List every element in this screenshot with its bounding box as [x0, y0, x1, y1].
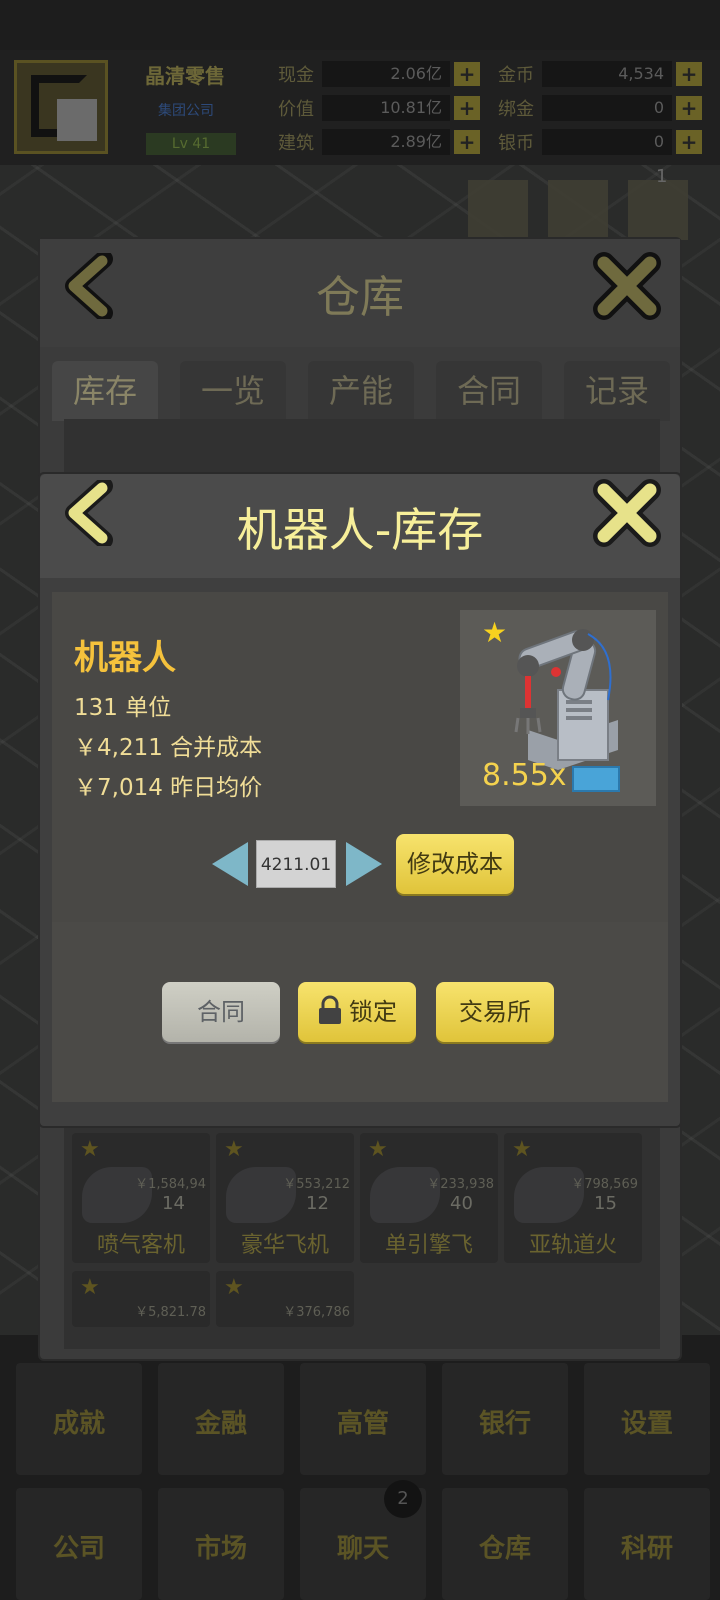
nav-settings[interactable]: 设置 [584, 1363, 710, 1475]
add-bound-gold-button[interactable]: + [676, 96, 702, 120]
item-qty: 15 [594, 1193, 617, 1214]
star-icon: ★ [224, 1275, 244, 1300]
item-card[interactable]: ★ ￥233,938 40 单引擎飞 [360, 1133, 498, 1263]
container-icon [572, 766, 620, 792]
star-icon: ★ [80, 1137, 100, 1162]
tab-records[interactable]: 记录 [564, 361, 670, 421]
arrow-left-icon[interactable] [212, 842, 248, 886]
item-price: ￥233,938 [427, 1177, 494, 1192]
item-name: 机器人 [74, 638, 176, 678]
warehouse-title: 仓库 [316, 272, 404, 323]
item-name: 单引擎飞 [384, 1233, 473, 1258]
company-name: 晶清零售 [145, 64, 225, 88]
merged-cost: ￥4,211 合并成本 [74, 735, 263, 761]
mail-icon[interactable] [468, 180, 528, 240]
add-gold-button[interactable]: + [676, 62, 702, 86]
exchange-button[interactable]: 交易所 [436, 982, 554, 1042]
company-logo[interactable] [14, 60, 108, 154]
notification-badge: 1 [656, 166, 668, 187]
item-units: 131 单位 [74, 695, 172, 721]
tab-overview[interactable]: 一览 [180, 361, 286, 421]
nav-bank[interactable]: 银行 [442, 1363, 568, 1475]
company-type: 集团公司 [158, 103, 214, 119]
add-cash-button[interactable]: + [454, 62, 480, 86]
item-card[interactable]: ★ ￥798,569 15 亚轨道火 [504, 1133, 642, 1263]
item-price: ￥1,584,94 [135, 1177, 206, 1192]
resource-cash: 现金 2.06亿 + [278, 60, 480, 88]
star-icon: ★ [512, 1137, 532, 1162]
item-name: 豪华飞机 [240, 1233, 329, 1258]
lock-button[interactable]: 锁定 [298, 982, 416, 1042]
nav-executives[interactable]: 高管 [300, 1363, 426, 1475]
item-card[interactable]: ★ ￥1,584,94 14 喷气客机 [72, 1133, 210, 1263]
nav-warehouse[interactable]: 仓库 [442, 1488, 568, 1600]
action-box: 合同 锁定 交易所 [52, 922, 668, 1102]
contract-button[interactable]: 合同 [162, 982, 280, 1042]
add-building-button[interactable]: + [454, 130, 480, 154]
resource-silver: 银币 0 + [498, 128, 702, 156]
cost-value-field[interactable]: 4211.01 [256, 840, 336, 888]
item-name: 亚轨道火 [528, 1233, 617, 1258]
nav-research[interactable]: 科研 [584, 1488, 710, 1600]
resource-building: 建筑 2.89亿 + [278, 128, 480, 156]
nav-achievements[interactable]: 成就 [16, 1363, 142, 1475]
map-icon[interactable] [628, 180, 688, 240]
item-thumbnail: ★ 8.55x [460, 610, 656, 806]
modal-title: 机器人-库存 [236, 503, 484, 557]
company-level: Lv 41 [146, 133, 236, 155]
item-qty: 14 [162, 1193, 185, 1214]
nav-market[interactable]: 市场 [158, 1488, 284, 1600]
tab-inventory[interactable]: 库存 [52, 361, 158, 421]
item-card[interactable]: ★ ￥5,821.78 [72, 1271, 210, 1327]
resource-bound-gold: 绑金 0 + [498, 94, 702, 122]
item-qty: 40 [450, 1193, 473, 1214]
add-value-button[interactable]: + [454, 96, 480, 120]
item-qty: 12 [306, 1193, 329, 1214]
add-silver-button[interactable]: + [676, 130, 702, 154]
item-info-box: 机器人 131 单位 ￥4,211 合并成本 ￥7,014 昨日均价 ★ 8.5… [52, 592, 668, 922]
item-name: 喷气客机 [96, 1233, 185, 1258]
star-icon: ★ [224, 1137, 244, 1162]
warehouse-tabs: 库存 一览 产能 合同 记录 [52, 361, 670, 421]
item-price: ￥553,212 [283, 1177, 350, 1192]
nav-finance[interactable]: 金融 [158, 1363, 284, 1475]
close-x-icon[interactable] [592, 251, 662, 321]
item-card[interactable]: ★ ￥376,786 [216, 1271, 354, 1327]
star-icon: ★ [80, 1275, 100, 1300]
yesterday-avg-price: ￥7,014 昨日均价 [74, 775, 263, 801]
star-icon: ★ [368, 1137, 388, 1162]
close-x-icon[interactable] [592, 478, 662, 548]
item-price: ￥376,786 [283, 1305, 350, 1320]
arrow-right-icon[interactable] [346, 842, 382, 886]
tab-contracts[interactable]: 合同 [436, 361, 542, 421]
chat-badge: 2 [384, 1480, 422, 1518]
robot-arm-icon [514, 629, 618, 770]
item-price: ￥798,569 [571, 1177, 638, 1192]
item-card[interactable]: ★ ￥553,212 12 豪华飞机 [216, 1133, 354, 1263]
multiplier: 8.55x [482, 758, 567, 793]
lock-icon [319, 995, 341, 1024]
megaphone-icon[interactable] [548, 180, 608, 240]
robot-inventory-modal: 机器人-库存 机器人 131 单位 ￥4,211 合并成本 ￥7,014 昨日均… [38, 472, 682, 1128]
nav-company[interactable]: 公司 [16, 1488, 142, 1600]
modify-cost-button[interactable]: 修改成本 [396, 834, 514, 894]
tab-capacity[interactable]: 产能 [308, 361, 414, 421]
resource-gold: 金币 4,534 + [498, 60, 702, 88]
item-price: ￥5,821.78 [135, 1305, 206, 1320]
resource-value: 价值 10.81亿 + [278, 94, 480, 122]
